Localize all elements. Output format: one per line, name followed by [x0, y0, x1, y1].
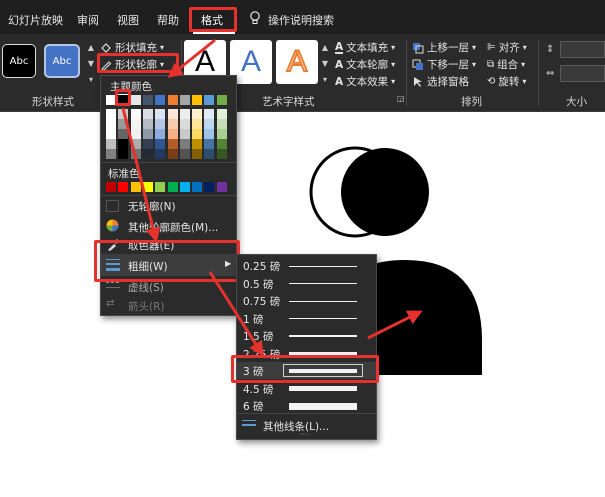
- arrow-swatch-to-weight: [121, 107, 161, 243]
- annotation-arrows: [121, 38, 423, 357]
- arrow-to-shape: [367, 310, 423, 340]
- arrow-format-to-outline: [167, 38, 216, 78]
- arrow-weight-to-3pt: [208, 271, 264, 357]
